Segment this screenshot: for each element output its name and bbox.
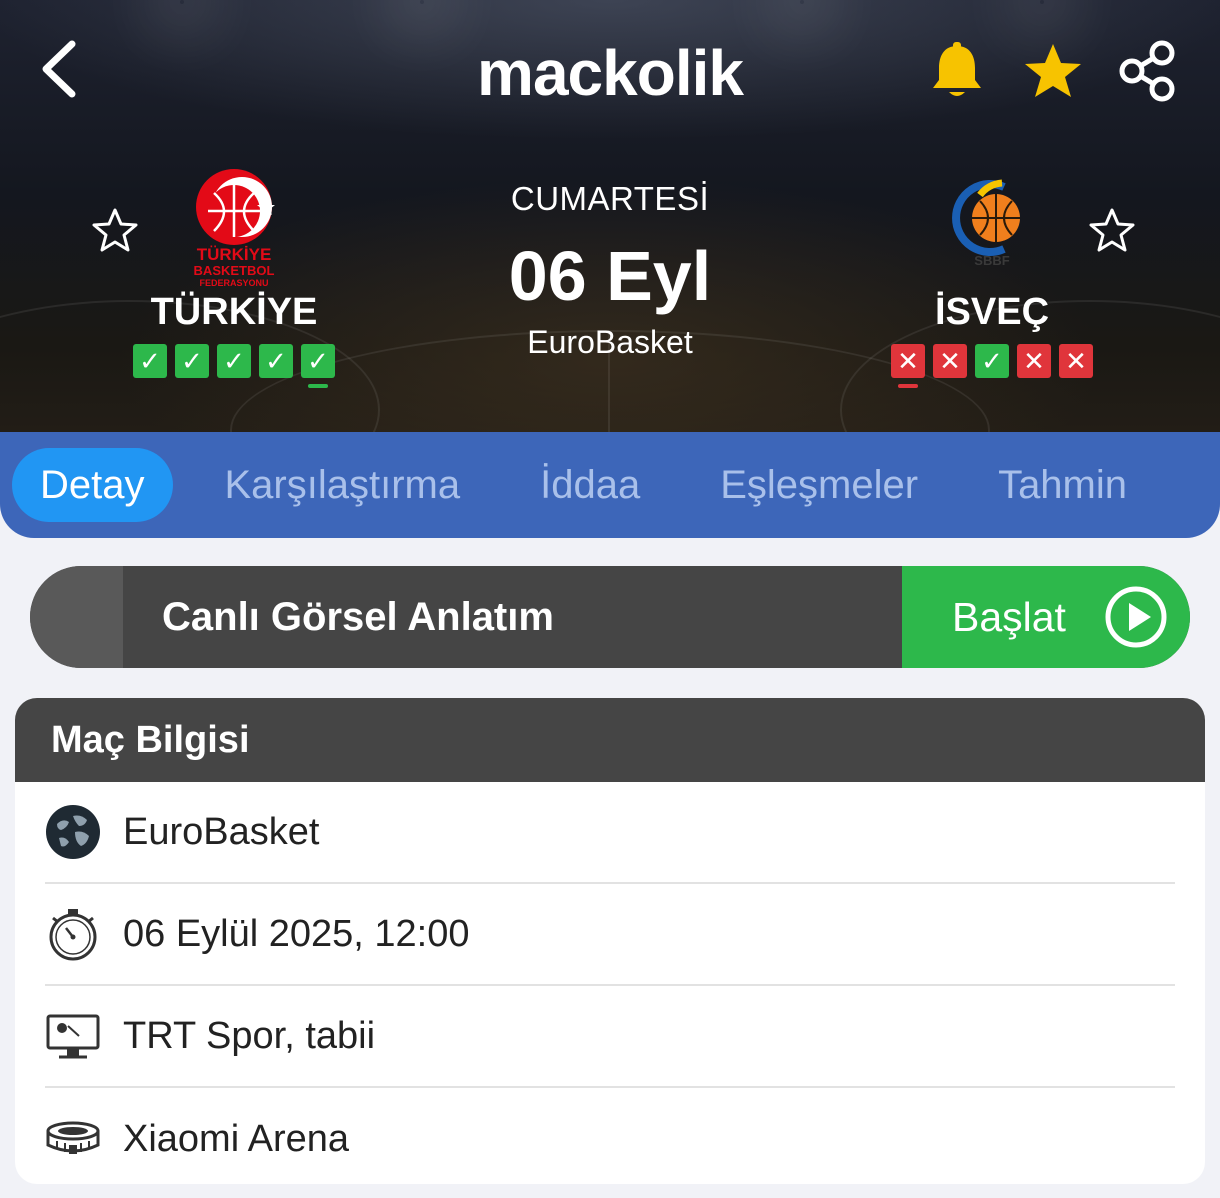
form-win: ✓ [133, 344, 167, 378]
form-win: ✓ [217, 344, 251, 378]
form-win: ✓ [259, 344, 293, 378]
form-mark: ✕ [1065, 346, 1087, 376]
away-team-logo: SBBF [862, 165, 1122, 290]
match-info-title: Maç Bilgisi [15, 698, 1205, 782]
bell-icon [933, 42, 981, 96]
tab-tahmin[interactable]: Tahmin [970, 448, 1155, 522]
home-logo-text-3: FEDERASYONU [199, 278, 268, 288]
form-mark: ✓ [139, 346, 161, 376]
live-commentary-label: Canlı Görsel Anlatım [162, 595, 554, 639]
away-team-name: İSVEÇ [934, 291, 1050, 333]
form-mark: ✓ [981, 346, 1003, 376]
form-loss: ✕ [1017, 344, 1051, 378]
away-team-form: ✕ ✕ ✓ ✕ ✕ [862, 344, 1122, 388]
tab-iddaa[interactable]: İddaa [512, 448, 668, 522]
info-datetime-text: 06 Eylül 2025, 12:00 [123, 912, 470, 955]
tab-karsilastirma[interactable]: Karşılaştırma [197, 448, 489, 522]
home-team[interactable]: TÜRKİYE BASKETBOL FEDERASYONU TÜRKİYE ✓ … [104, 165, 364, 388]
form-mark: ✕ [1023, 346, 1045, 376]
form-mark: ✓ [223, 346, 245, 376]
match-day: CUMARTESİ [510, 180, 710, 217]
tab-eslesmeler[interactable]: Eşleşmeler [692, 448, 946, 522]
globe-icon [46, 805, 100, 859]
star-icon [1025, 44, 1081, 97]
form-win: ✓ [175, 344, 209, 378]
home-logo-text-2: BASKETBOL [194, 263, 275, 278]
start-live-button[interactable]: Başlat [902, 566, 1190, 668]
live-commentary-bar: Canlı Görsel Anlatım Başlat [30, 566, 1190, 668]
latest-indicator [308, 384, 328, 388]
tv-icon [46, 1014, 100, 1059]
form-mark: ✓ [307, 346, 329, 376]
home-logo-text-1: TÜRKİYE [197, 245, 272, 264]
match-info-center: CUMARTESİ 06 Eyl EuroBasket [410, 180, 810, 361]
latest-indicator [898, 384, 918, 388]
start-label: Başlat [952, 593, 1066, 640]
form-loss: ✕ [1059, 344, 1093, 378]
info-row-league[interactable]: EuroBasket [45, 782, 1175, 884]
info-venue-text: Xiaomi Arena [123, 1117, 350, 1160]
match-league: EuroBasket [527, 324, 693, 360]
match-date: 06 Eyl [508, 237, 712, 315]
match-header: mackolik TÜRKİYE BASKETBOL FEDERASYONU T… [0, 0, 1220, 432]
stadium-icon [46, 1121, 100, 1154]
form-win-latest: ✓ [301, 344, 335, 388]
play-icon [1105, 586, 1167, 648]
form-mark: ✕ [897, 346, 919, 376]
top-bar: mackolik [0, 0, 1220, 150]
match-tabs: Detay Karşılaştırma İddaa Eşleşmeler Tah… [0, 432, 1220, 538]
match-info-card: Maç Bilgisi EuroBasket 06 Eylül 2025, 12… [15, 698, 1205, 1184]
form-win: ✓ [975, 344, 1009, 378]
info-row-datetime[interactable]: 06 Eylül 2025, 12:00 [45, 884, 1175, 986]
share-button[interactable] [1112, 36, 1182, 106]
favorite-match-button[interactable] [1018, 36, 1088, 106]
info-row-broadcast[interactable]: TRT Spor, tabii [45, 986, 1175, 1088]
info-row-venue[interactable]: Xiaomi Arena [45, 1088, 1175, 1184]
home-team-name: TÜRKİYE [150, 291, 318, 333]
form-mark: ✓ [181, 346, 203, 376]
form-loss-latest: ✕ [891, 344, 925, 388]
tab-detay[interactable]: Detay [12, 448, 173, 522]
home-team-form: ✓ ✓ ✓ ✓ ✓ [104, 344, 364, 388]
form-mark: ✕ [939, 346, 961, 376]
info-league-text: EuroBasket [123, 810, 320, 853]
away-logo-text: SBBF [974, 253, 1009, 268]
live-bar-stripe [30, 566, 123, 668]
away-team[interactable]: SBBF İSVEÇ ✕ ✕ ✓ ✕ ✕ [862, 165, 1122, 388]
form-mark: ✓ [265, 346, 287, 376]
home-team-logo: TÜRKİYE BASKETBOL FEDERASYONU [104, 165, 364, 290]
share-icon [1119, 40, 1175, 102]
stopwatch-icon [49, 909, 97, 961]
info-broadcast-text: TRT Spor, tabii [123, 1014, 376, 1057]
notification-button[interactable] [922, 36, 992, 106]
form-loss: ✕ [933, 344, 967, 378]
